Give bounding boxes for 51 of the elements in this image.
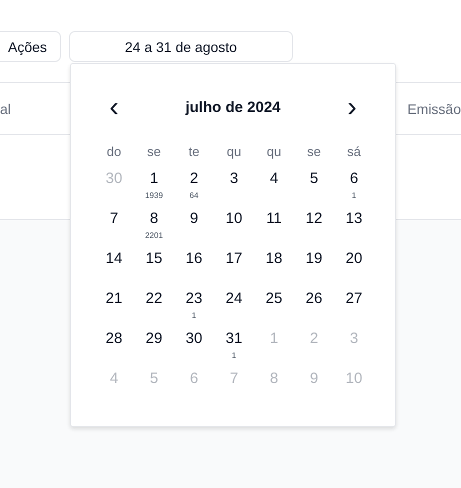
day-number[interactable]: 25 <box>266 290 282 308</box>
day-count: 1 <box>352 191 356 201</box>
day-number[interactable]: 24 <box>226 290 242 308</box>
day-count: 64 <box>190 191 198 201</box>
day-number[interactable]: 22 <box>146 290 162 308</box>
day-count: 1939 <box>145 191 163 201</box>
day-number[interactable]: 9 <box>190 210 198 228</box>
day-number[interactable]: 29 <box>146 330 162 348</box>
day-number[interactable]: 6 <box>350 170 358 188</box>
day-number[interactable]: 1 <box>150 170 158 188</box>
date-range-button[interactable]: 24 a 31 de agosto <box>68 31 293 62</box>
day-number[interactable]: 12 <box>306 210 322 228</box>
weekday-label: se <box>146 143 162 161</box>
day-number[interactable]: 30 <box>186 330 202 348</box>
day-number[interactable]: 7 <box>110 210 118 228</box>
day-count: 1 <box>192 311 196 321</box>
weekday-label: se <box>306 143 322 161</box>
day-number[interactable]: 15 <box>146 250 162 268</box>
day-number[interactable]: 26 <box>306 290 322 308</box>
day-number[interactable]: 5 <box>310 170 318 188</box>
day-number[interactable]: 23 <box>186 290 202 308</box>
day-number[interactable]: 28 <box>106 330 122 348</box>
previous-month-button[interactable]: ‹ <box>94 92 134 122</box>
day-number[interactable]: 4 <box>270 170 278 188</box>
next-month-button[interactable]: › <box>332 92 372 122</box>
weekday-label: do <box>106 143 122 161</box>
column-header: Emissão <box>407 100 461 116</box>
weekday-label: te <box>188 143 200 161</box>
column-header: al <box>0 100 11 116</box>
day-number[interactable]: 10 <box>226 210 242 228</box>
weekday-label: sá <box>346 143 362 161</box>
day-number[interactable]: 31 <box>226 330 242 348</box>
day-count: 2201 <box>145 231 163 241</box>
day-number[interactable]: 19 <box>306 250 322 268</box>
day-number[interactable]: 20 <box>346 250 362 268</box>
day-number[interactable]: 2 <box>190 170 198 188</box>
day-number[interactable]: 18 <box>266 250 282 268</box>
day-number[interactable]: 11 <box>266 210 282 228</box>
weekday-label: qu <box>226 143 242 161</box>
day-number[interactable]: 16 <box>186 250 202 268</box>
actions-button[interactable]: Ações <box>0 31 61 62</box>
day-number[interactable]: 27 <box>346 290 362 308</box>
day-number[interactable]: 17 <box>226 250 242 268</box>
day-number[interactable]: 14 <box>106 250 122 268</box>
weekday-label: qu <box>266 143 282 161</box>
month-title: julho de 2024 <box>184 98 282 116</box>
day-number[interactable]: 3 <box>230 170 238 188</box>
day-number[interactable]: 21 <box>106 290 122 308</box>
day-count: 1 <box>232 351 236 361</box>
day-number[interactable]: 13 <box>346 210 362 228</box>
day-number[interactable]: 8 <box>150 210 158 228</box>
